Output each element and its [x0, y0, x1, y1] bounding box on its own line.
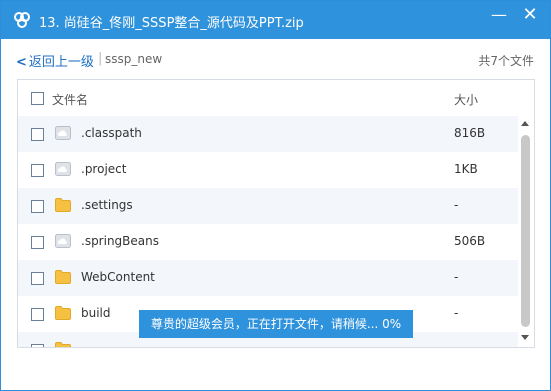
- row-checkbox[interactable]: [31, 236, 44, 249]
- file-row[interactable]: WebContent -: [18, 260, 518, 296]
- folder-icon: [55, 270, 71, 284]
- scrollbar-thumb[interactable]: [521, 135, 530, 327]
- file-name: .settings: [81, 198, 133, 212]
- file-size: 1KB: [454, 162, 478, 176]
- title-bar: 13. 尚硅谷_佟刚_SSSP整合_源代码及PPT.zip — ✕: [1, 1, 550, 39]
- file-name: build: [81, 306, 111, 320]
- file-name: .project: [81, 162, 127, 176]
- file-size: 506B: [454, 234, 486, 248]
- window-title: 13. 尚硅谷_佟刚_SSSP整合_源代码及PPT.zip: [39, 16, 304, 31]
- file-name: WebContent: [81, 270, 155, 284]
- row-checkbox[interactable]: [31, 272, 44, 285]
- file-row[interactable]: .classpath 816B: [18, 116, 518, 152]
- back-label: 返回上一级: [28, 55, 94, 70]
- scroll-down-arrow-icon[interactable]: [521, 335, 529, 340]
- file-count: 共7个文件: [478, 54, 534, 68]
- file-icon: [55, 126, 71, 140]
- breadcrumb-current-folder: sssp_new: [105, 52, 163, 66]
- row-checkbox[interactable]: [31, 200, 44, 213]
- file-icon: [55, 234, 71, 248]
- file-size: -: [454, 306, 459, 320]
- file-size: -: [454, 270, 459, 284]
- chevron-left-icon: <: [16, 55, 27, 70]
- list-header: 文件名 大小: [18, 80, 534, 116]
- folder-icon: [55, 306, 71, 320]
- file-name: .classpath: [81, 126, 142, 140]
- baidu-netdisk-logo-icon: [14, 12, 30, 28]
- file-list: 文件名 大小 .classpath 816B .project 1KB .set…: [17, 79, 535, 348]
- folder-icon: [55, 198, 71, 212]
- folder-icon: [55, 342, 71, 347]
- file-size: -: [454, 198, 459, 212]
- column-header-size[interactable]: 大小: [454, 91, 478, 108]
- back-up-one-level-link[interactable]: < 返回上一级: [16, 51, 94, 70]
- file-row[interactable]: .settings -: [18, 188, 518, 224]
- navigation-bar: < 返回上一级 | sssp_new 共7个文件: [1, 41, 550, 79]
- file-size: 816B: [454, 126, 486, 140]
- column-header-name[interactable]: 文件名: [52, 91, 88, 108]
- archive-preview-window: 13. 尚硅谷_佟刚_SSSP整合_源代码及PPT.zip — ✕ < 返回上一级…: [0, 0, 551, 391]
- breadcrumb-separator: |: [98, 51, 103, 66]
- row-checkbox[interactable]: [31, 308, 44, 321]
- row-checkbox[interactable]: [31, 344, 44, 347]
- opening-file-toast: 尊贵的超级会员，正在打开文件，请稍候... 0%: [139, 310, 413, 338]
- close-button[interactable]: ✕: [515, 1, 545, 31]
- minimize-button[interactable]: —: [484, 1, 514, 31]
- row-checkbox[interactable]: [31, 128, 44, 141]
- file-name: .springBeans: [81, 234, 159, 248]
- vertical-scrollbar[interactable]: [518, 117, 533, 347]
- row-checkbox[interactable]: [31, 164, 44, 177]
- select-all-checkbox[interactable]: [31, 92, 44, 105]
- scroll-up-arrow-icon[interactable]: [521, 121, 529, 126]
- file-row[interactable]: .project 1KB: [18, 152, 518, 188]
- file-row[interactable]: .springBeans 506B: [18, 224, 518, 260]
- file-icon: [55, 162, 71, 176]
